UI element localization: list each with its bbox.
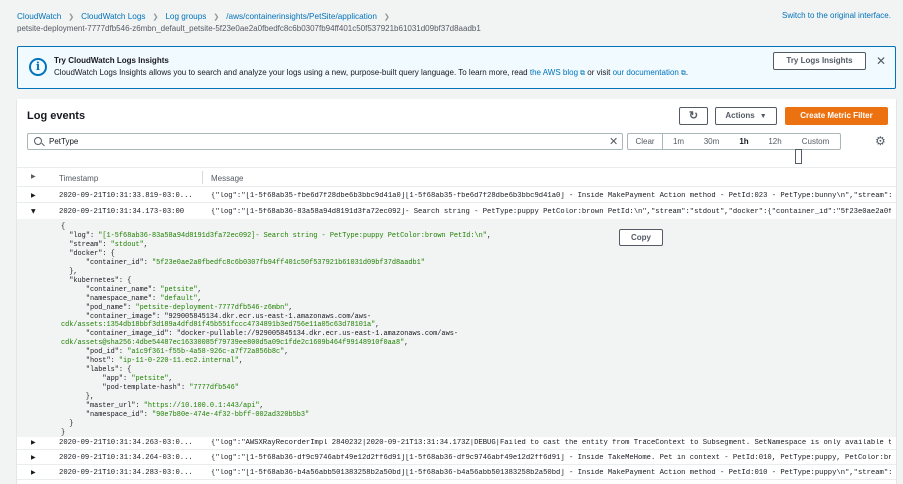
json-line: "pod_name": "petsite-deployment-7777dfb5…: [85, 303, 293, 312]
json-line: "container_image_id": "docker-pullable:/…: [85, 330, 458, 339]
aws-blog-link[interactable]: the AWS blog: [530, 68, 578, 77]
json-line: "namespace_name": "default",: [85, 294, 202, 303]
row-message: {"log":"[1-5f68ab36-b4a56abb501383258b2a…: [211, 469, 891, 477]
row-message: {"log":"[1-5f68ab36-83a58a94d8191d3fa72e…: [211, 208, 891, 216]
close-icon[interactable]: ✕: [876, 54, 886, 68]
column-divider: [202, 171, 203, 184]
expand-all-icon[interactable]: ▶: [31, 173, 36, 180]
json-line: "host": "ip-11-0-220-11.ec2.internal",: [85, 357, 243, 366]
log-stream-name: petsite-deployment-7777dfb546-z6mbn_defa…: [17, 24, 481, 33]
row-timestamp: 2020-09-21T10:31:34.173-03:00: [59, 208, 185, 216]
row-timestamp: 2020-09-21T10:31:34.264-03:0...: [59, 454, 193, 462]
json-line: cdk/assets:1354db18bbf3d189a4dfd81f45b55…: [61, 321, 380, 330]
json-line: "container_image": "929005845134.dkr.ecr…: [85, 312, 372, 321]
expanded-log-detail: { "log": "[1-5f68ab36-83a58a94d8191d3fa7…: [17, 219, 896, 437]
insights-info-banner: i Try CloudWatch Logs Insights CloudWatc…: [17, 46, 896, 89]
range-custom[interactable]: Custom: [791, 134, 840, 164]
panel-title: Log events: [27, 110, 86, 122]
breadcrumb-log-groups[interactable]: Log groups: [165, 12, 206, 21]
row-message: {"log":"[1-5f68ab35-fbe6d7f28dbe6b3bbc9d…: [211, 192, 891, 200]
expand-icon[interactable]: ▶: [31, 192, 36, 199]
documentation-link[interactable]: our documentation: [613, 68, 679, 77]
filter-value: PetType: [49, 137, 79, 146]
collapse-icon[interactable]: ▼: [31, 208, 36, 215]
range-30m[interactable]: 30m: [694, 134, 729, 149]
info-text: CloudWatch Logs Insights allows you to s…: [54, 68, 530, 77]
json-line: "container_id": "5f23e0ae2a0fbedfc8c6b03…: [85, 258, 425, 267]
log-row[interactable]: ▶ 2020-09-21T10:31:34.263-03:0... {"log"…: [17, 436, 896, 450]
json-line: {: [61, 223, 66, 231]
json-line: "namespace_id": "90e7b80e-474e-4f32-bbff…: [85, 411, 310, 420]
range-clear[interactable]: Clear: [628, 134, 663, 149]
chevron-right-icon: ❯: [68, 14, 75, 21]
gear-icon[interactable]: ⚙: [875, 134, 886, 148]
try-logs-insights-button[interactable]: Try Logs Insights: [773, 52, 866, 70]
json-line: "labels": {: [85, 366, 132, 375]
breadcrumb-cloudwatch-logs[interactable]: CloudWatch Logs: [81, 12, 145, 21]
chevron-right-icon: ❯: [152, 14, 159, 21]
calendar-icon: [795, 149, 802, 164]
log-events-panel: Log events ↻ Actions ▼ Create Metric Filt…: [17, 99, 896, 484]
range-1h[interactable]: 1h: [729, 134, 759, 149]
create-metric-filter-button[interactable]: Create Metric Filter: [785, 107, 888, 125]
info-text-suffix: .: [685, 68, 689, 77]
row-message: {"log":"[1-5f68ab36-df9c9746abf49e12d2ff…: [211, 454, 891, 462]
switch-interface-link[interactable]: Switch to the original interface.: [782, 11, 891, 20]
log-row[interactable]: ▶ 2020-09-21T10:31:33.819-03:0... {"log"…: [17, 189, 896, 203]
filter-events-input[interactable]: PetType ✕: [27, 133, 623, 150]
column-message[interactable]: Message: [211, 174, 243, 183]
range-custom-label: Custom: [801, 137, 830, 146]
actions-label: Actions: [725, 111, 755, 120]
breadcrumb: CloudWatch ❯ CloudWatch Logs ❯ Log groups ❯ /a…: [17, 12, 397, 21]
expand-icon[interactable]: ▶: [31, 439, 36, 446]
chevron-right-icon: ❯: [213, 14, 220, 21]
info-body: CloudWatch Logs Insights allows you to s…: [54, 68, 688, 78]
row-timestamp: 2020-09-21T10:31:33.819-03:0...: [59, 192, 193, 200]
info-text-middle: or visit: [585, 68, 613, 77]
json-line: "pod_id": "a1c9f361-f55b-4a58-926c-a7f72…: [85, 348, 289, 357]
json-line: "kubernetes": {: [69, 276, 132, 285]
row-timestamp: 2020-09-21T10:31:34.263-03:0...: [59, 439, 193, 447]
search-icon: [34, 137, 42, 145]
range-12h[interactable]: 12h: [759, 134, 791, 149]
chevron-right-icon: ❯: [383, 14, 390, 21]
json-line: "app": "petsite",: [102, 375, 173, 384]
json-line: "pod-template-hash": "7777dfb546": [102, 384, 239, 393]
row-message: {"log":"AWSXRayRecorderImpl 2840232|2020…: [211, 439, 891, 447]
log-row[interactable]: ▶ 2020-09-21T10:31:34.264-03:0... {"log"…: [17, 451, 896, 465]
json-line: "docker": {: [69, 249, 115, 258]
copy-button[interactable]: Copy: [619, 229, 663, 246]
json-line: },: [61, 393, 95, 402]
row-timestamp: 2020-09-21T10:31:34.283-03:0...: [59, 469, 193, 477]
caret-down-icon: ▼: [759, 113, 767, 120]
clear-filter-icon[interactable]: ✕: [609, 135, 618, 148]
breadcrumb-cloudwatch[interactable]: CloudWatch: [17, 12, 61, 21]
info-title: Try CloudWatch Logs Insights: [54, 56, 169, 65]
breadcrumb-log-group[interactable]: /aws/containerinsights/PetSite/applicati…: [226, 12, 377, 21]
json-view: { "log": "[1-5f68ab36-83a58a94d8191d3fa7…: [61, 223, 491, 438]
json-line: "container_name": "petsite",: [85, 285, 202, 294]
expand-icon[interactable]: ▶: [31, 469, 36, 476]
json-line: }: [61, 419, 74, 428]
column-timestamp[interactable]: Timestamp: [59, 174, 98, 183]
json-line: "log": "[1-5f68ab36-83a58a94d8191d3fa72e…: [69, 231, 492, 240]
time-range-selector: Clear 1m 30m 1h 12h Custom: [627, 133, 841, 164]
json-line: "master_url": "https://10.100.0.1:443/ap…: [85, 402, 264, 411]
json-line: cdk/assets@sha256:4dbe54487ec16330085f79…: [61, 339, 409, 348]
range-1m[interactable]: 1m: [663, 134, 694, 149]
table-header: ▶ Timestamp Message: [17, 167, 896, 187]
refresh-icon: ↻: [688, 110, 699, 122]
log-row[interactable]: ▶ 2020-09-21T10:31:34.283-03:0... {"log"…: [17, 466, 896, 480]
log-row-expanded[interactable]: ▼ 2020-09-21T10:31:34.173-03:00 {"log":"…: [17, 205, 896, 219]
actions-dropdown[interactable]: Actions ▼: [715, 107, 777, 125]
info-icon: i: [29, 58, 47, 76]
expand-icon[interactable]: ▶: [31, 454, 36, 461]
json-line: "stream": "stdout",: [69, 240, 148, 249]
json-line: },: [61, 267, 78, 276]
refresh-button[interactable]: ↻: [679, 107, 708, 125]
